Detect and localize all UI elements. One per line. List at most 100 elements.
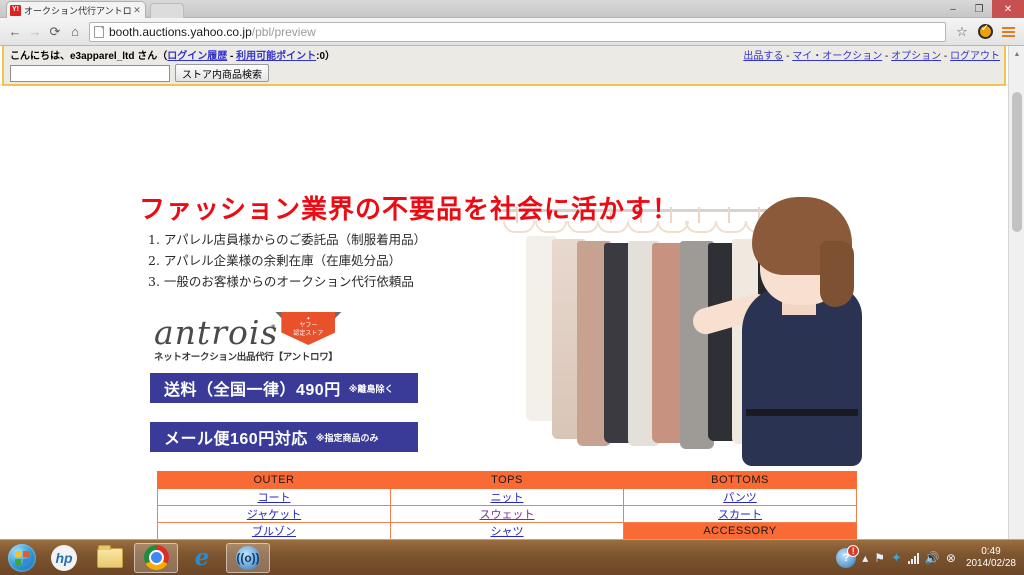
greeting-suffix: さん（ <box>134 51 168 62</box>
service-list-item-1: 1. アパレル店員様からのご委託品（制服着用品） <box>148 232 427 247</box>
category-link[interactable]: コート <box>258 492 291 504</box>
link-sell[interactable]: 出品する <box>743 51 783 62</box>
category-link[interactable]: スウェット <box>480 509 535 521</box>
taskbar-clock[interactable]: 0:49 2014/02/28 <box>962 546 1016 570</box>
category-link[interactable]: シャツ <box>491 526 524 538</box>
badge-text: ✦ ヤフー 認定ストア <box>281 317 335 338</box>
category-link[interactable]: ジャケット <box>247 509 301 521</box>
available-points-link[interactable]: 利用可能ポイント <box>236 51 316 62</box>
woman-hair-side <box>820 241 854 307</box>
bluetooth-icon[interactable]: ✦ <box>891 550 902 566</box>
login-history-link[interactable]: ログイン履歴 <box>167 51 227 62</box>
tab-title: オークション代行アントロワ（… <box>24 5 132 16</box>
taskbar-item-explorer[interactable] <box>88 543 132 573</box>
start-button[interactable] <box>4 543 40 573</box>
store-search-input[interactable] <box>10 64 170 82</box>
restore-button[interactable]: ❐ <box>966 0 992 18</box>
link-my-auction[interactable]: マイ・オークション <box>792 51 882 62</box>
new-tab-button[interactable] <box>150 3 184 18</box>
reload-icon[interactable]: ⟳ <box>45 22 65 42</box>
network-icon[interactable]: ⚑ <box>874 551 885 565</box>
folder-icon <box>97 544 123 568</box>
signal-strength-icon[interactable] <box>907 552 919 564</box>
category-cell: ブルゾン <box>157 522 391 540</box>
browser-tab[interactable]: オークション代行アントロワ（… ✕ <box>6 1 146 18</box>
app-icon: ((o)) <box>236 545 260 570</box>
taskbar-item-chrome[interactable] <box>134 542 178 573</box>
mailservice-banner-note: ※指定商品のみ <box>315 432 379 443</box>
system-tray: ? ! ▴ ⚑ ✦ 🔊 ⊗ 0:49 2014/02/28 <box>836 540 1024 575</box>
category-cell: ニット <box>390 488 624 506</box>
store-search-button[interactable]: ストア内商品検索 <box>175 64 269 82</box>
chrome-menu-icon[interactable] <box>997 22 1019 42</box>
volume-icon[interactable]: 🔊 <box>925 551 940 565</box>
tab-strip: オークション代行アントロワ（… ✕ – ❐ ✕ <box>0 0 1024 18</box>
windows-taskbar: hp e ((o)) ? ! ▴ ⚑ ✦ 🔊 ⊗ 0:49 2014/02/28 <box>0 539 1024 575</box>
service-list-item-2: 2. アパレル企業様の余剰在庫（在庫処分品） <box>148 253 402 268</box>
action-center-badge: ! <box>847 544 860 557</box>
hp-icon: hp <box>51 544 77 571</box>
link-sep-3: - <box>941 51 950 62</box>
scroll-up-icon[interactable]: ▲ <box>1009 46 1024 62</box>
close-window-button[interactable]: ✕ <box>992 0 1024 18</box>
clock-date: 2014/02/28 <box>965 557 1016 569</box>
home-icon[interactable]: ⌂ <box>65 22 85 42</box>
greeting-line: こんにちは、e3apparel_ltd さん（ログイン履歴 - 利用可能ポイント… <box>10 47 335 62</box>
store-content: ファッション業界の不要品を社会に活かす！ 1. アパレル店員様からのご委託品（制… <box>2 86 1006 574</box>
mailservice-banner: メール便160円対応 ※指定商品のみ <box>150 422 418 452</box>
forward-icon[interactable]: → <box>25 22 45 42</box>
category-cell: スカート <box>623 505 857 523</box>
category-group-header: OUTER <box>157 471 391 489</box>
vertical-scroll-thumb[interactable] <box>1012 92 1022 232</box>
category-group-header: BOTTOMS <box>623 471 857 489</box>
category-link[interactable]: スカート <box>718 509 762 521</box>
browser-toolbar: ← → ⟳ ⌂ booth.auctions.yahoo.co.jp/pbl/p… <box>0 18 1024 46</box>
store-logo[interactable]: antrois * ✦ ヤフー 認定ストア ネットオークション出品代行【アントロ… <box>154 312 342 363</box>
action-center-icon[interactable]: ? ! <box>836 544 860 568</box>
greeting-prefix: こんにちは、 <box>10 51 70 62</box>
table-row: ジャケット スウェット スカート <box>157 505 857 523</box>
vertical-scrollbar[interactable]: ▲ ▼ <box>1008 46 1024 558</box>
category-group-header: ACCESSORY <box>623 522 857 540</box>
category-link[interactable]: ニット <box>491 492 524 504</box>
badge-line-1: ヤフー <box>299 323 318 329</box>
category-link[interactable]: パンツ <box>723 492 757 504</box>
category-link[interactable]: ブルゾン <box>252 526 296 538</box>
link-options[interactable]: オプション <box>891 51 941 62</box>
hero-section: ファッション業界の不要品を社会に活かす！ 1. アパレル店員様からのご委託品（制… <box>2 86 1006 466</box>
logo-wordmark-wrap: antrois * <box>154 316 278 349</box>
category-group-header: TOPS <box>390 471 624 489</box>
logo-star-icon: * <box>270 324 277 334</box>
taskbar-item-hp[interactable]: hp <box>42 543 86 573</box>
blocked-icon[interactable]: ⊗ <box>946 551 956 565</box>
link-logout[interactable]: ログアウト <box>950 51 1000 62</box>
back-icon[interactable]: ← <box>5 22 25 42</box>
page-info-icon[interactable] <box>94 25 104 38</box>
shipping-banner: 送料（全国一律）490円 ※離島除く <box>150 373 418 403</box>
minimize-button[interactable]: – <box>940 0 966 18</box>
tab-close-icon[interactable]: ✕ <box>132 5 142 16</box>
yahoo-account-bar: こんにちは、e3apparel_ltd さん（ログイン履歴 - 利用可能ポイント… <box>2 46 1006 86</box>
greeting-separator: - <box>227 51 237 62</box>
bookmark-star-icon[interactable]: ☆ <box>951 22 973 42</box>
extension-icon[interactable] <box>974 22 996 42</box>
table-row: ブルゾン シャツ ACCESSORY <box>157 522 857 540</box>
url-host: booth.auctions.yahoo.co.jp <box>109 24 252 39</box>
yahoo-favicon-icon <box>10 4 21 16</box>
yahoo-nav-links: 出品する - マイ・オークション - オプション - ログアウト <box>743 47 1000 62</box>
taskbar-item-app[interactable]: ((o)) <box>226 542 270 573</box>
service-list: 1. アパレル店員様からのご委託品（制服着用品） 2. アパレル企業様の余剰在庫… <box>148 229 426 292</box>
tray-overflow-icon[interactable]: ▴ <box>862 551 868 565</box>
taskbar-item-ie[interactable]: e <box>180 543 224 573</box>
address-bar[interactable]: booth.auctions.yahoo.co.jp/pbl/preview <box>89 21 946 42</box>
category-cell: スウェット <box>390 505 624 523</box>
user-id: e3apparel_ltd <box>70 51 135 62</box>
service-list-item-3: 3. 一般のお客様からのオークション代行依頼品 <box>148 274 414 289</box>
chrome-browser-window: オークション代行アントロワ（… ✕ – ❐ ✕ ← → ⟳ ⌂ booth.au… <box>0 0 1024 575</box>
category-cell: パンツ <box>623 488 857 506</box>
category-cell: ジャケット <box>157 505 391 523</box>
badge-dot-icon: ✦ <box>306 316 311 322</box>
url-path: /pbl/preview <box>251 24 316 39</box>
page-headline: ファッション業界の不要品を社会に活かす！ <box>139 195 680 225</box>
woman-belt <box>746 409 858 416</box>
